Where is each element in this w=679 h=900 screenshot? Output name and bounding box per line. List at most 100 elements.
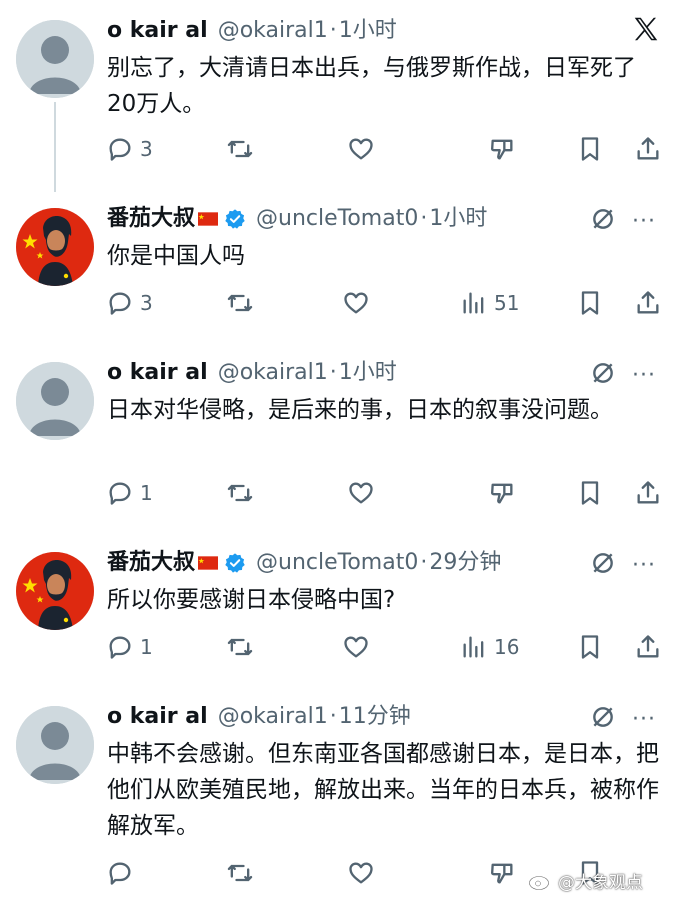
timestamp[interactable]: 1小时 — [339, 16, 397, 46]
tweet-text: 所以你要感谢日本侵略中国? — [107, 587, 396, 613]
views-icon — [463, 636, 484, 658]
china-flag-icon — [198, 212, 219, 226]
timestamp[interactable]: 1小时 — [339, 358, 397, 388]
reply-count: 1 — [140, 635, 153, 659]
reply-icon — [109, 138, 131, 161]
timestamp[interactable]: 1小时 — [429, 204, 487, 234]
user-handle[interactable]: @okairal1 — [218, 702, 328, 732]
views-button[interactable]: 51 — [460, 286, 519, 320]
grok-icon[interactable] — [590, 206, 616, 236]
grok-icon[interactable] — [590, 360, 616, 390]
tweet-header: 番茄大叔 @uncleTomat0 · 1小时 — [107, 204, 487, 234]
reply-icon — [109, 292, 131, 315]
user-handle[interactable]: @okairal1 — [218, 358, 328, 388]
tweet-4[interactable]: 番茄大叔 @uncleTomat0 · 29分钟 ··· 所以你要感谢日本侵略中… — [0, 548, 679, 678]
like-button[interactable] — [347, 856, 375, 890]
tweet-2[interactable]: 番茄大叔 @uncleTomat0 · 1小时 ··· 你是中国人吗 3 51 — [0, 204, 679, 334]
timestamp[interactable]: 11分钟 — [339, 702, 411, 732]
like-button[interactable] — [347, 476, 375, 510]
tweet-1[interactable]: o kair al @okairal1 · 1小时 别忘了，大清请日本出兵，与俄… — [0, 10, 679, 192]
share-button[interactable] — [634, 476, 662, 510]
share-icon — [637, 635, 659, 658]
retweet-icon — [227, 864, 253, 882]
share-button[interactable] — [634, 286, 662, 320]
tomato-uncle-avatar — [16, 552, 94, 630]
more-icon[interactable]: ··· — [632, 553, 656, 578]
dislike-icon — [491, 863, 513, 884]
reply-button[interactable]: 3 — [106, 132, 153, 166]
action-bar: 3 — [0, 132, 679, 166]
like-button[interactable] — [342, 286, 370, 320]
reply-count: 3 — [140, 137, 153, 161]
bookmark-button[interactable] — [576, 132, 604, 166]
action-bar: 3 51 — [0, 286, 679, 320]
dislike-button[interactable] — [488, 132, 516, 166]
display-name[interactable]: o kair al — [107, 702, 208, 732]
avatar[interactable] — [16, 362, 94, 440]
dislike-button[interactable] — [488, 856, 516, 890]
tweet-header: o kair al @okairal1 · 1小时 — [107, 16, 397, 46]
bookmark-button[interactable] — [576, 286, 604, 320]
display-name[interactable]: o kair al — [107, 16, 208, 46]
share-button[interactable] — [634, 132, 662, 166]
views-count: 16 — [494, 635, 520, 659]
avatar[interactable] — [16, 208, 94, 286]
tomato-uncle-avatar — [16, 208, 94, 286]
verified-badge-icon[interactable] — [224, 552, 246, 574]
bookmark-button[interactable] — [576, 476, 604, 510]
bookmark-icon — [581, 291, 599, 315]
reply-button[interactable]: 3 — [106, 286, 153, 320]
retweet-button[interactable] — [226, 132, 254, 166]
separator: · — [329, 360, 337, 385]
timestamp[interactable]: 29分钟 — [429, 548, 501, 578]
separator: · — [329, 704, 337, 729]
reply-icon — [109, 482, 131, 505]
reply-count: 1 — [140, 481, 153, 505]
like-icon — [344, 292, 368, 314]
grok-icon[interactable] — [590, 704, 616, 734]
retweet-button[interactable] — [226, 476, 254, 510]
grok-icon[interactable] — [590, 550, 616, 580]
user-handle[interactable]: @okairal1 — [218, 16, 328, 46]
action-bar: 1 16 — [0, 630, 679, 664]
tweet-text: 别忘了，大清请日本出兵，与俄罗斯作战，日军死了20万人。 — [107, 55, 636, 117]
dislike-button[interactable] — [488, 476, 516, 510]
retweet-icon — [227, 638, 253, 656]
tweet-top-actions: ··· — [590, 206, 656, 236]
display-name[interactable]: 番茄大叔 — [107, 548, 195, 578]
avatar[interactable] — [16, 706, 94, 784]
like-button[interactable] — [342, 630, 370, 664]
verified-badge-icon[interactable] — [224, 208, 246, 230]
more-icon[interactable]: ··· — [632, 707, 656, 732]
default-avatar-icon — [16, 362, 94, 440]
tweet-top-actions: ··· — [590, 360, 656, 390]
watermark-text: @大象观点 — [558, 873, 643, 893]
bookmark-button[interactable] — [576, 630, 604, 664]
tweet-text: 中韩不会感谢。但东南亚各国都感谢日本，是日本，把他们从欧美殖民地，解放出来。当年… — [107, 741, 659, 839]
retweet-button[interactable] — [226, 856, 254, 890]
reply-button[interactable] — [106, 856, 134, 890]
separator: · — [420, 550, 428, 575]
avatar[interactable] — [16, 552, 94, 630]
more-icon[interactable]: ··· — [632, 209, 656, 234]
more-icon[interactable]: ··· — [632, 363, 656, 388]
share-icon — [637, 291, 659, 314]
share-button[interactable] — [634, 630, 662, 664]
display-name[interactable]: 番茄大叔 — [107, 204, 195, 234]
like-button[interactable] — [347, 132, 375, 166]
retweet-button[interactable] — [226, 630, 254, 664]
views-button[interactable]: 16 — [460, 630, 519, 664]
reply-button[interactable]: 1 — [106, 630, 153, 664]
tweet-3[interactable]: o kair al @okairal1 · 1小时 ··· 日本对华侵略，是后来… — [0, 358, 679, 528]
like-icon — [344, 636, 368, 658]
user-handle[interactable]: @uncleTomat0 — [256, 548, 418, 578]
retweet-button[interactable] — [226, 286, 254, 320]
action-bar: 1 — [0, 476, 679, 510]
user-handle[interactable]: @uncleTomat0 — [256, 204, 418, 234]
reply-button[interactable]: 1 — [106, 476, 153, 510]
avatar[interactable] — [16, 20, 94, 98]
weibo-icon — [528, 872, 553, 890]
display-name[interactable]: o kair al — [107, 358, 208, 388]
china-flag-icon — [198, 556, 219, 570]
bookmark-icon — [581, 635, 599, 659]
